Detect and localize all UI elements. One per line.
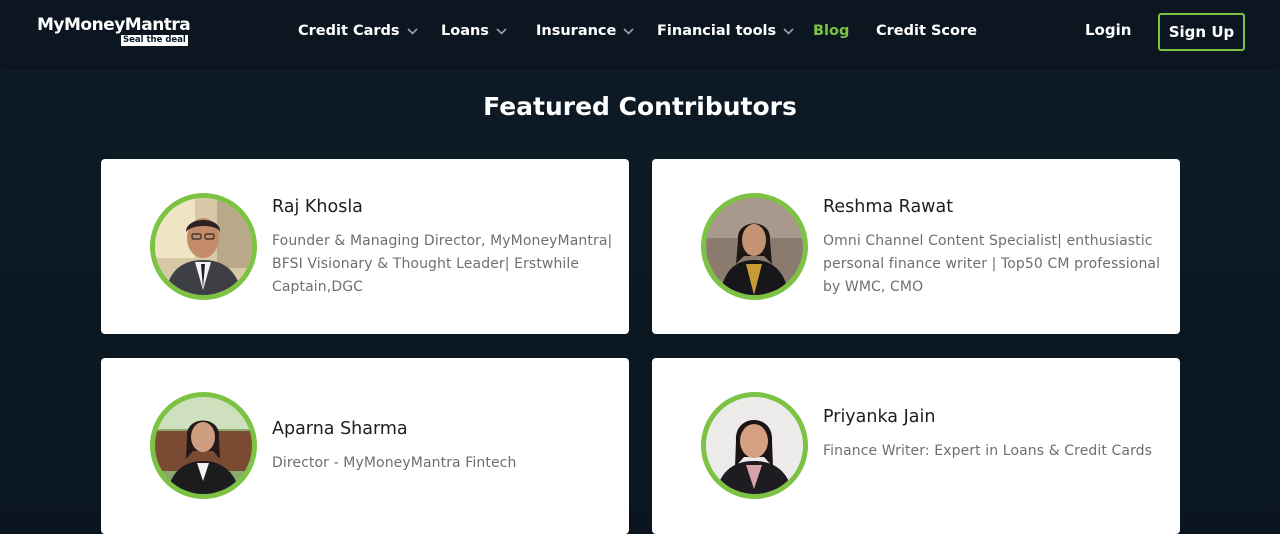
contributor-avatar	[150, 193, 257, 300]
contributor-card[interactable]: Aparna Sharma Director - MyMoneyMantra F…	[101, 358, 629, 534]
login-link[interactable]: Login	[1085, 21, 1131, 39]
contributor-name: Reshma Rawat	[823, 197, 954, 217]
contributor-card[interactable]: Raj Khosla Founder & Managing Director, …	[101, 159, 629, 334]
contributor-avatar	[701, 193, 808, 300]
contributor-card[interactable]: Reshma Rawat Omni Channel Content Specia…	[652, 159, 1180, 334]
nav-item-insurance[interactable]: Insurance	[536, 20, 634, 42]
chevron-down-icon	[406, 27, 418, 35]
chevron-down-icon	[783, 27, 794, 35]
nav-item-label: Insurance	[536, 23, 617, 39]
contributor-name: Aparna Sharma	[272, 419, 408, 439]
contributor-card[interactable]: Priyanka Jain Finance Writer: Expert in …	[652, 358, 1180, 534]
site-logo[interactable]: MyMoneyMantra Seal the deal	[37, 15, 191, 49]
nav-item-credit-cards[interactable]: Credit Cards	[298, 20, 418, 42]
nav-item-credit-score[interactable]: Credit Score	[876, 20, 977, 42]
contributor-name: Raj Khosla	[272, 197, 363, 217]
nav-item-label: Financial tools	[657, 23, 777, 39]
nav-item-loans[interactable]: Loans	[441, 20, 507, 42]
contributor-photo-icon	[706, 198, 803, 295]
logo-tagline: Seal the deal	[121, 35, 188, 46]
contributor-photo-icon	[155, 397, 252, 494]
sign-up-button[interactable]: Sign Up	[1158, 13, 1245, 51]
contributor-avatar	[701, 392, 808, 499]
contributor-description: Finance Writer: Expert in Loans & Credit…	[823, 443, 1153, 459]
contributor-photo-icon	[706, 397, 803, 494]
contributor-avatar	[150, 392, 257, 499]
contributor-description: Director - MyMoneyMantra Fintech	[272, 455, 517, 471]
top-navbar: MyMoneyMantra Seal the deal Credit Cards…	[0, 0, 1280, 66]
contributor-description: Founder & Managing Director, MyMoneyMant…	[272, 233, 613, 295]
chevron-down-icon	[623, 27, 634, 35]
nav-item-financial-tools[interactable]: Financial tools	[657, 20, 794, 42]
nav-item-label: Blog	[813, 23, 850, 39]
section-title: Featured Contributors	[483, 92, 797, 121]
nav-item-label: Credit Cards	[298, 23, 400, 39]
nav-item-label: Loans	[441, 23, 489, 39]
nav-item-blog[interactable]: Blog	[813, 20, 849, 42]
contributor-photo-icon	[155, 198, 252, 295]
nav-item-label: Credit Score	[876, 23, 977, 39]
logo-text: MyMoneyMantra	[37, 15, 191, 35]
chevron-down-icon	[496, 27, 507, 35]
contributor-description: Omni Channel Content Specialist| enthusi…	[823, 233, 1161, 295]
contributor-name: Priyanka Jain	[823, 407, 936, 427]
